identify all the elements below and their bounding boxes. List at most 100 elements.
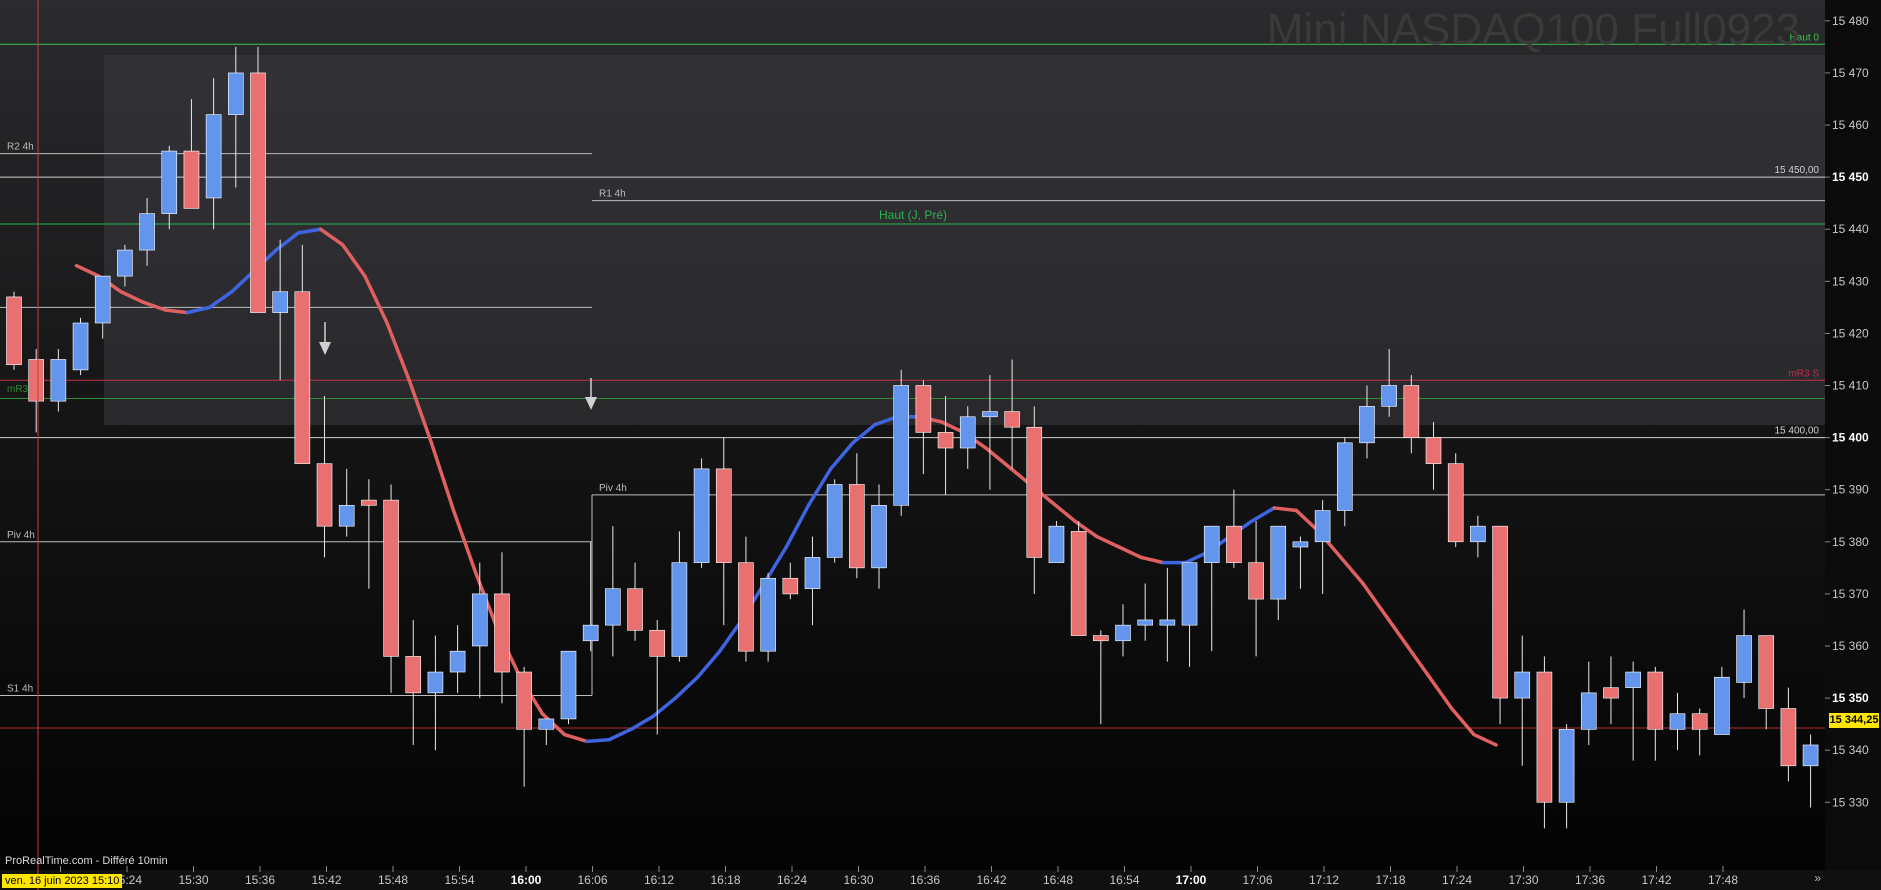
candle-body (1514, 671, 1531, 699)
candle-body (1691, 713, 1708, 730)
candle-body (361, 499, 377, 506)
candle-body (627, 588, 643, 631)
candle-body (1470, 525, 1486, 543)
candle (250, 46, 266, 313)
candle (1536, 656, 1553, 829)
ma-segment (584, 738, 611, 744)
level-label: 15 400,00 (1775, 426, 1820, 437)
source-label: ProRealTime.com - Différé 10min (5, 855, 168, 867)
candle-body (1647, 671, 1664, 730)
candle-body (826, 484, 843, 558)
y-tick-label: 15 470 (1832, 66, 1869, 80)
candle-body (427, 671, 444, 694)
y-tick-label: 15 390 (1832, 483, 1869, 497)
x-tick-label: 16:36 (910, 873, 940, 887)
candle-body (738, 562, 754, 652)
level-label: Haut (J, Pré) (879, 208, 947, 222)
candle-body (1203, 525, 1220, 563)
scroll-right-icon[interactable]: » (1814, 871, 1821, 885)
candle-body (1026, 426, 1043, 558)
candle-body (1248, 562, 1264, 600)
candle-body (94, 275, 111, 324)
candle-body (205, 114, 222, 199)
candle (1492, 525, 1508, 725)
candle-body (383, 499, 399, 657)
candle-body (605, 588, 621, 626)
candle-body (1070, 531, 1087, 636)
candle-body (560, 650, 577, 720)
candle-body (760, 577, 776, 652)
candle-body (1048, 525, 1065, 563)
y-tick-label: 15 350 (1832, 691, 1869, 705)
x-tick-label: 17:30 (1508, 873, 1538, 887)
level-label: mR3 S (1788, 368, 1819, 379)
candle-body (50, 359, 67, 402)
candle-body (1780, 708, 1797, 767)
candle-body (272, 291, 288, 313)
candle-body (1270, 525, 1287, 600)
candle-body (117, 249, 133, 277)
candle-body (1137, 619, 1153, 626)
y-tick-label: 15 460 (1832, 118, 1869, 132)
candle-body (649, 630, 666, 657)
x-tick-label: 16:00 (511, 873, 542, 887)
candle-body (1603, 687, 1619, 699)
candle (560, 650, 577, 725)
x-tick-label: 16:54 (1109, 873, 1139, 887)
x-tick-label: 17:48 (1708, 873, 1738, 887)
level-label: mR3 (7, 384, 29, 395)
candle-body (1314, 510, 1331, 543)
candle (1447, 453, 1464, 548)
candle-body (471, 593, 488, 647)
x-tick-label: 15:30 (178, 873, 208, 887)
x-tick-label: 16:18 (710, 873, 740, 887)
y-tick-label: 15 450 (1832, 170, 1869, 184)
candle (1714, 666, 1730, 735)
candle-body (1004, 411, 1020, 428)
candle (826, 479, 843, 563)
candle-body (1492, 525, 1508, 699)
level-label: Piv 4h (599, 483, 627, 494)
y-tick-label: 15 440 (1832, 222, 1869, 236)
candle-body (1093, 635, 1109, 642)
candle (6, 291, 22, 370)
candle-body (139, 213, 155, 251)
candle-body (582, 624, 599, 642)
y-tick-label: 15 420 (1832, 326, 1869, 340)
level-label: Piv 4h (7, 530, 35, 541)
level-label: R1 4h (599, 189, 626, 200)
y-tick-label: 15 480 (1832, 14, 1869, 28)
candle-body (1381, 385, 1397, 407)
y-tick-label: 15 340 (1832, 743, 1869, 757)
candle-body (494, 593, 510, 673)
x-tick-label: 17:24 (1442, 873, 1472, 887)
candle-body (982, 411, 998, 418)
candle-body (915, 385, 932, 433)
candle-body (1292, 541, 1309, 548)
candle-body (715, 468, 732, 563)
candle-body (1669, 713, 1686, 730)
candle-body (1536, 671, 1553, 803)
y-tick-label: 15 370 (1832, 587, 1869, 601)
candle-body (538, 718, 555, 730)
candle-body (250, 72, 266, 313)
x-tick-label: 15:36 (245, 873, 275, 887)
chart-svg: Haut (J, Pré) mR3 S 15 450,00 15 400,00 R1 4… (0, 0, 1881, 890)
y-tick-label: 15 380 (1832, 535, 1869, 549)
candle-body (1181, 562, 1198, 626)
x-tick-label: 15:48 (378, 873, 408, 887)
candle (693, 458, 710, 568)
candle-body (28, 359, 44, 402)
candle-body (1558, 729, 1575, 803)
x-tick-label: 15:54 (444, 873, 474, 887)
candle-body (405, 656, 422, 694)
candle-body (849, 484, 865, 569)
candle (1048, 520, 1065, 563)
candle-body (6, 296, 22, 365)
candle-body (1159, 619, 1176, 626)
candle (1070, 520, 1087, 636)
candle-body (1226, 525, 1242, 563)
candle-body (1802, 744, 1819, 767)
x-tick-label: 17:42 (1641, 873, 1671, 887)
x-tick-label: 17:18 (1375, 873, 1405, 887)
